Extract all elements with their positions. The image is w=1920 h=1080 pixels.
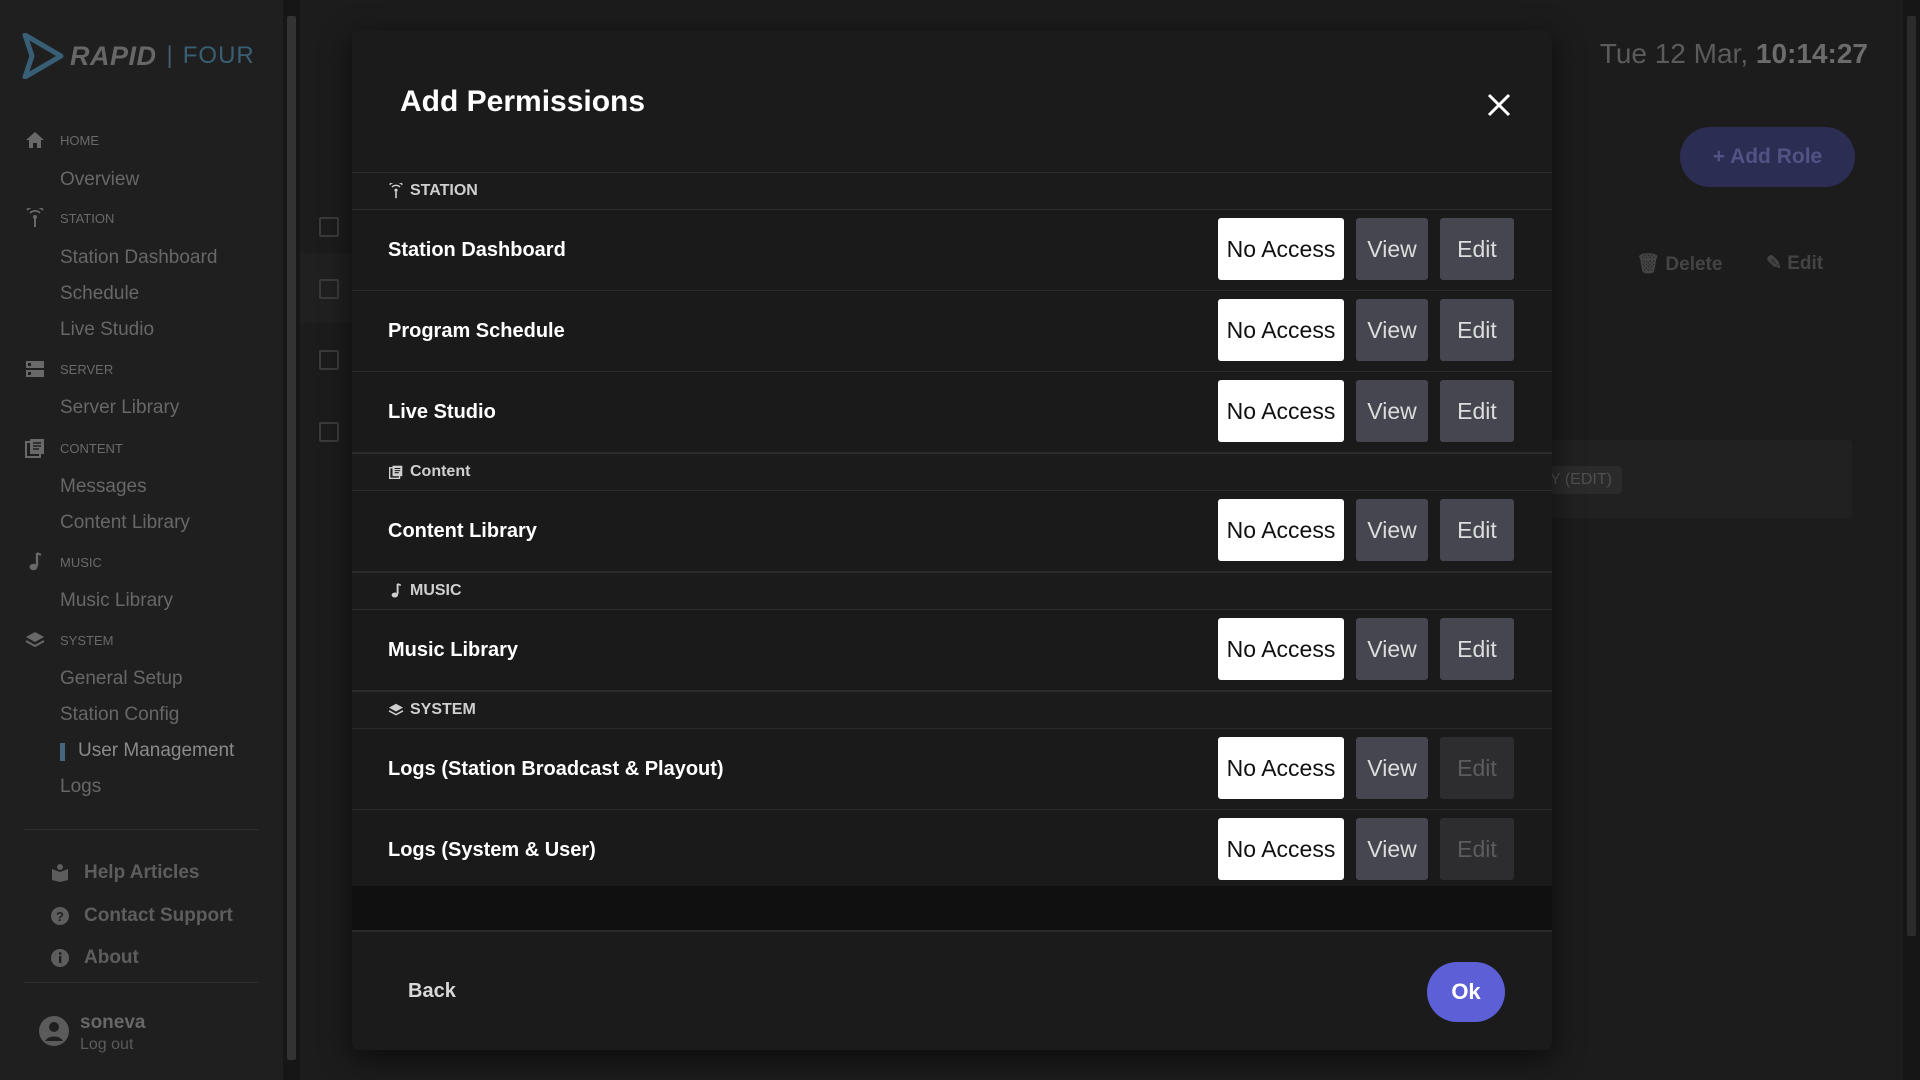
- access-options: No Access View Edit: [1218, 218, 1526, 280]
- no-access-button[interactable]: No Access: [1218, 737, 1344, 799]
- no-access-button[interactable]: No Access: [1218, 618, 1344, 680]
- content-icon: [388, 464, 404, 480]
- edit-button-disabled: Edit: [1440, 737, 1514, 799]
- no-access-button[interactable]: No Access: [1218, 499, 1344, 561]
- dialog-footer-divider: [352, 886, 1552, 932]
- permissions-list: STATION Station Dashboard No Access View…: [352, 172, 1552, 916]
- permission-row: Logs (Station Broadcast & Playout) No Ac…: [352, 729, 1552, 810]
- edit-button[interactable]: Edit: [1440, 618, 1514, 680]
- permission-label: Logs (Station Broadcast & Playout): [388, 757, 724, 780]
- broadcast-icon: [388, 183, 404, 199]
- access-options: No Access View Edit: [1218, 299, 1526, 361]
- edit-button-disabled: Edit: [1440, 818, 1514, 880]
- ok-button[interactable]: Ok: [1427, 962, 1505, 1022]
- permission-row: Live Studio No Access View Edit: [352, 372, 1552, 453]
- permission-row: Logs (System & User) No Access View Edit: [352, 810, 1552, 891]
- group-label: Content: [410, 463, 471, 480]
- permission-row: Station Dashboard No Access View Edit: [352, 210, 1552, 291]
- access-options: No Access View Edit: [1218, 499, 1526, 561]
- access-options: No Access View Edit: [1218, 818, 1526, 880]
- group-label: MUSIC: [410, 582, 462, 599]
- group-header-music: MUSIC: [352, 572, 1552, 610]
- layers-icon: [388, 702, 404, 718]
- group-label: SYSTEM: [410, 701, 476, 718]
- view-button[interactable]: View: [1356, 818, 1428, 880]
- permission-label: Live Studio: [388, 400, 496, 423]
- edit-button[interactable]: Edit: [1440, 499, 1514, 561]
- close-button[interactable]: [1478, 84, 1520, 126]
- permission-row: Music Library No Access View Edit: [352, 610, 1552, 691]
- permission-label: Music Library: [388, 638, 519, 661]
- permission-label: Content Library: [388, 519, 537, 542]
- music-note-icon: [388, 583, 404, 599]
- permission-row: Content Library No Access View Edit: [352, 491, 1552, 572]
- permission-row: Program Schedule No Access View Edit: [352, 291, 1552, 372]
- view-button[interactable]: View: [1356, 499, 1428, 561]
- no-access-button[interactable]: No Access: [1218, 818, 1344, 880]
- view-button[interactable]: View: [1356, 380, 1428, 442]
- edit-button[interactable]: Edit: [1440, 380, 1514, 442]
- permission-label: Program Schedule: [388, 319, 565, 342]
- view-button[interactable]: View: [1356, 737, 1428, 799]
- view-button[interactable]: View: [1356, 618, 1428, 680]
- view-button[interactable]: View: [1356, 218, 1428, 280]
- group-header-station: STATION: [352, 172, 1552, 210]
- access-options: No Access View Edit: [1218, 618, 1526, 680]
- group-header-content: Content: [352, 453, 1552, 491]
- access-options: No Access View Edit: [1218, 737, 1526, 799]
- group-header-system: SYSTEM: [352, 691, 1552, 729]
- no-access-button[interactable]: No Access: [1218, 218, 1344, 280]
- edit-button[interactable]: Edit: [1440, 218, 1514, 280]
- permission-label: Logs (System & User): [388, 838, 596, 861]
- back-button[interactable]: Back: [408, 980, 456, 1003]
- view-button[interactable]: View: [1356, 299, 1428, 361]
- close-icon: [1487, 93, 1511, 117]
- add-permissions-dialog: Add Permissions STATION Station Dashboar…: [352, 30, 1552, 1050]
- edit-button[interactable]: Edit: [1440, 299, 1514, 361]
- access-options: No Access View Edit: [1218, 380, 1526, 442]
- no-access-button[interactable]: No Access: [1218, 380, 1344, 442]
- group-label: STATION: [410, 182, 478, 199]
- no-access-button[interactable]: No Access: [1218, 299, 1344, 361]
- permission-label: Station Dashboard: [388, 238, 566, 261]
- dialog-title: Add Permissions: [400, 85, 646, 118]
